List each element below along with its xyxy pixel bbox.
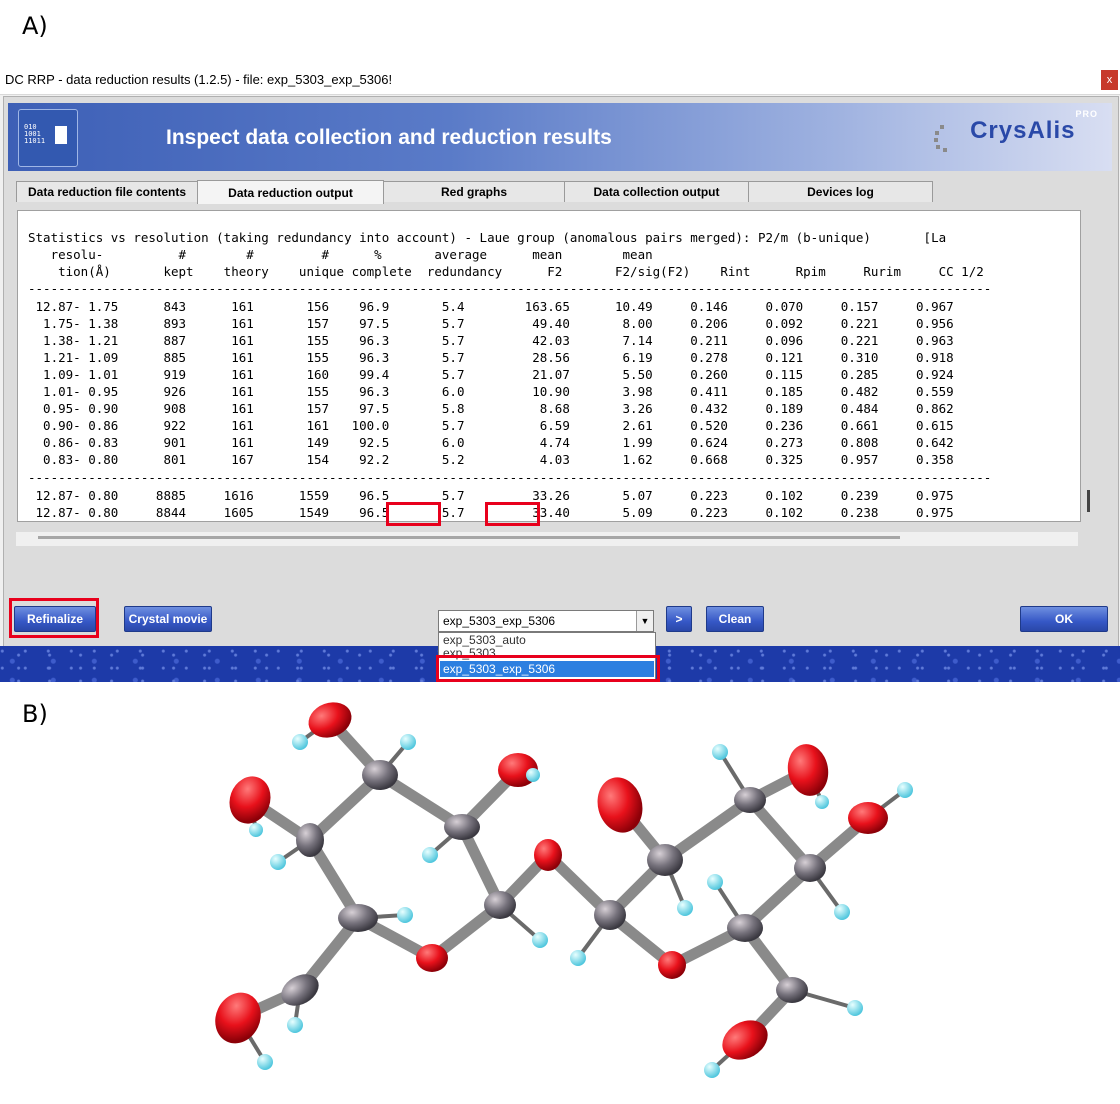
- next-button[interactable]: >: [666, 606, 692, 632]
- experiment-select-value: exp_5303_exp_5306: [443, 614, 556, 628]
- title-bar: DC RRP - data reduction results (1.2.5) …: [0, 66, 1120, 95]
- table-total-row: 12.87- 0.80 8885 1616 1559 96.5 5.7 33.2…: [28, 488, 954, 503]
- oxygen-atoms: [215, 702, 888, 1060]
- bond-lines: [232, 714, 874, 1046]
- dropdown-option[interactable]: exp_5303_auto: [443, 633, 526, 647]
- table-row: 1.01- 0.95 926 161 155 96.3 6.0 10.90 3.…: [28, 384, 954, 399]
- header-banner: 010 1001 11011 Inspect data collection a…: [8, 103, 1112, 171]
- crysalis-brand: CrysAlisPRO: [970, 109, 1098, 145]
- highlight-complete-box: [386, 502, 441, 526]
- highlight-refinalize-box: [9, 598, 99, 638]
- highlight-dropdown-box: [436, 655, 660, 682]
- tab-devices-log[interactable]: Devices log: [748, 181, 933, 202]
- table-header-row-1: resolu- # # # % average mean mean: [28, 247, 653, 262]
- output-text-area[interactable]: Statistics vs resolution (taking redunda…: [17, 210, 1081, 522]
- table-row: 1.38- 1.21 887 161 155 96.3 5.7 42.03 7.…: [28, 333, 954, 348]
- table-row: 1.21- 1.09 885 161 155 96.3 5.7 28.56 6.…: [28, 350, 954, 365]
- table-row: 0.83- 0.80 801 167 154 92.2 5.2 4.03 1.6…: [28, 452, 954, 467]
- highlight-redundancy-box: [485, 502, 540, 526]
- table-row: 0.86- 0.83 901 161 149 92.5 6.0 4.74 1.9…: [28, 435, 954, 450]
- document-glyph: [55, 126, 67, 144]
- banner-title: Inspect data collection and reduction re…: [166, 126, 612, 149]
- molecular-structure: [215, 702, 913, 1078]
- table-row: 0.90- 0.86 922 161 161 100.0 5.7 6.59 2.…: [28, 418, 954, 433]
- chevron-down-icon[interactable]: ▼: [636, 611, 653, 631]
- ok-button[interactable]: OK: [1020, 606, 1108, 632]
- vertical-scrollbar-thumb[interactable]: [1087, 490, 1090, 512]
- table-row: 1.09- 1.01 919 161 160 99.4 5.7 21.07 5.…: [28, 367, 954, 382]
- data-file-icon: 010 1001 11011: [18, 109, 78, 167]
- tab-data-reduction-file-contents[interactable]: Data reduction file contents: [16, 181, 198, 202]
- table-header-row-2: tion(Å) kept theory unique complete redu…: [28, 264, 984, 279]
- tab-data-collection-output[interactable]: Data collection output: [564, 181, 749, 202]
- tab-data-reduction-output[interactable]: Data reduction output: [197, 180, 384, 204]
- table-row: 1.75- 1.38 893 161 157 97.5 5.7 49.40 8.…: [28, 316, 954, 331]
- table-rule: ----------------------------------------…: [28, 470, 992, 485]
- table-row: 12.87- 1.75 843 161 156 96.9 5.4 163.65 …: [28, 299, 954, 314]
- close-button[interactable]: x: [1101, 70, 1118, 90]
- logo-bits-3: 11011: [24, 137, 46, 145]
- table-row: 0.95- 0.90 908 161 157 97.5 5.8 8.68 3.2…: [28, 401, 954, 416]
- window-title: DC RRP - data reduction results (1.2.5) …: [5, 72, 393, 87]
- brand-name: CrysAlis: [970, 117, 1076, 144]
- panel-label-a: A): [22, 12, 48, 40]
- tab-red-graphs[interactable]: Red graphs: [383, 181, 565, 202]
- brand-sup: PRO: [1075, 109, 1098, 119]
- horizontal-scrollbar[interactable]: [16, 532, 1078, 546]
- crysalis-logo-icon: [934, 125, 947, 152]
- horizontal-scrollbar-thumb[interactable]: [38, 536, 900, 539]
- statistics-title: Statistics vs resolution (taking redunda…: [28, 230, 947, 245]
- experiment-select[interactable]: exp_5303_exp_5306 ▼: [438, 610, 654, 632]
- table-rule: ----------------------------------------…: [28, 281, 992, 296]
- clean-button[interactable]: Clean: [706, 606, 764, 632]
- panel-label-b: B): [22, 700, 48, 728]
- crystal-movie-button[interactable]: Crystal movie: [124, 606, 212, 632]
